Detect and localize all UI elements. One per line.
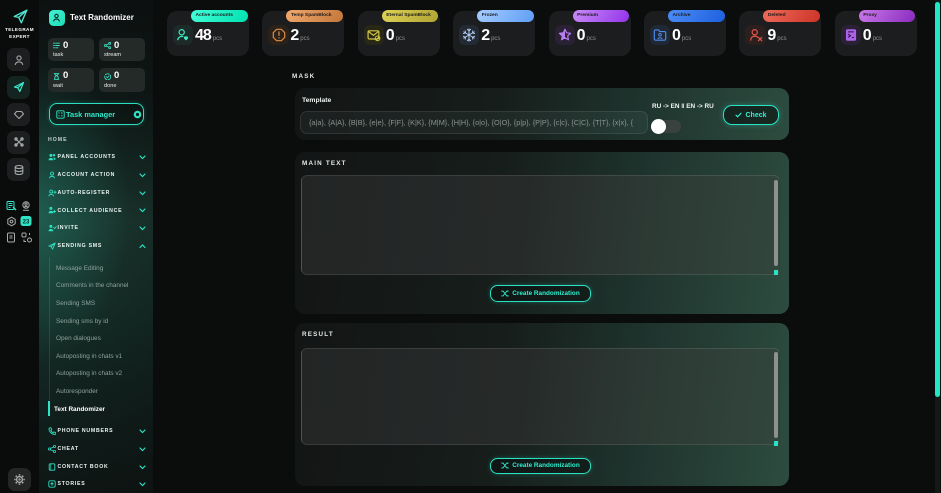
svg-text:23: 23 [23,219,30,225]
